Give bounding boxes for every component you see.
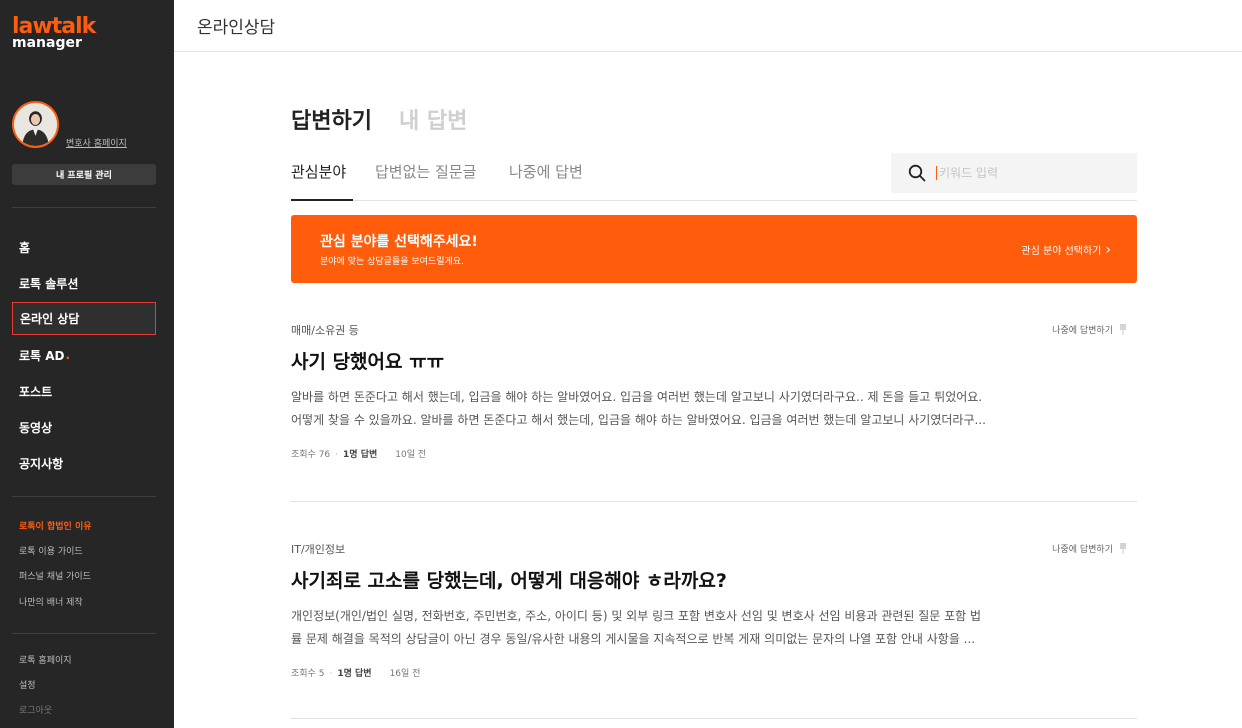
post-excerpt-line: 률 문제 해결을 목적의 상담글이 아닌 경우 동일/유사한 내용의 게시물을 … — [291, 632, 976, 646]
sidebar-item-video[interactable]: 동영상 — [12, 412, 156, 442]
chevron-right-icon: › — [1105, 241, 1111, 258]
answer-count: 1명 답변 — [337, 669, 372, 679]
sidebar-item-home[interactable]: 홈 — [12, 232, 156, 262]
sidebar-divider — [12, 633, 156, 634]
view-count: 조회수 76 — [291, 450, 331, 460]
sidebar-item-post[interactable]: 포스트 — [12, 376, 156, 406]
sidebar-item-notice[interactable]: 공지사항 — [12, 448, 156, 478]
search-input[interactable] — [936, 166, 1116, 180]
pin-icon — [1120, 324, 1126, 335]
tab-divider — [291, 200, 1137, 201]
usage-guide-link[interactable]: 로톡 이용 가이드 — [19, 544, 83, 557]
sidebar-item-label: 로톡 AD — [19, 348, 65, 363]
banner-maker-link[interactable]: 나만의 배너 제작 — [19, 595, 83, 608]
meta-separator: · — [329, 669, 333, 679]
pin-icon — [1120, 543, 1126, 554]
sidebar-item-label: 홈 — [19, 240, 31, 255]
tab-answer[interactable]: 답변하기 — [291, 103, 372, 135]
interest-banner: 관심 분야를 선택해주세요! 분야에 맞는 상담글들을 보여드릴게요. 관심 분… — [291, 215, 1137, 283]
sidebar-item-label: 온라인 상담 — [20, 312, 80, 326]
topbar: 온라인상담 — [174, 0, 1242, 52]
personal-channel-guide-link[interactable]: 퍼스널 채널 가이드 — [19, 569, 91, 582]
select-interest-button[interactable]: 관심 분야 선택하기 › — [1021, 241, 1111, 258]
search-icon[interactable] — [908, 164, 926, 182]
post-excerpt-line: 알바를 하면 돈준다고 해서 했는데, 입금을 해야 하는 알바였어요. 입금을… — [291, 390, 983, 404]
post-divider — [291, 501, 1137, 502]
banner-title: 관심 분야를 선택해주세요! — [320, 234, 478, 250]
sidebar-item-label: 공지사항 — [19, 456, 64, 471]
answer-later-label: 나중에 답변하기 — [1052, 545, 1113, 555]
answer-later-button[interactable]: 나중에 답변하기 — [1052, 323, 1127, 336]
sidebar-item-solution[interactable]: 로톡 솔루션 — [12, 268, 156, 298]
profile-manage-button[interactable]: 내 프로필 관리 — [12, 164, 156, 185]
meta-separator: · — [335, 450, 339, 460]
search-box — [891, 153, 1137, 193]
subtab-unanswered[interactable]: 답변없는 질문글 — [375, 161, 476, 182]
post-meta: 조회수 76 · 1명 답변 10일 전 — [291, 447, 426, 460]
page-title: 온라인상담 — [197, 18, 276, 38]
avatar[interactable] — [12, 101, 59, 148]
banner-subtitle: 분야에 맞는 상담글들을 보여드릴게요. — [320, 257, 464, 267]
sidebar-item-ad[interactable]: 로톡 AD. — [12, 340, 156, 370]
sidebar: lawtalk manager 변호사 홈페이지 내 프로필 관리 홈 로톡 솔… — [0, 0, 174, 728]
answer-count: 1명 답변 — [343, 450, 378, 460]
post-title[interactable]: 사기 당했어요 ㅠㅠ — [291, 347, 444, 374]
post-divider — [291, 718, 1137, 719]
post-excerpt: 개인정보(개인/법인 실명, 전화번호, 주민번호, 주소, 아이디 등) 및 … — [291, 605, 1015, 651]
view-count: 조회수 5 — [291, 669, 325, 679]
post-excerpt-line: 개인정보(개인/법인 실명, 전화번호, 주민번호, 주소, 아이디 등) 및 … — [291, 609, 982, 623]
sidebar-item-label: 로톡 솔루션 — [19, 276, 79, 291]
post-date: 10일 전 — [395, 450, 427, 460]
post-meta: 조회수 5 · 1명 답변 16일 전 — [291, 666, 420, 679]
avatar-person-icon — [14, 103, 57, 146]
active-tab-indicator — [291, 199, 353, 201]
answer-later-label: 나중에 답변하기 — [1052, 326, 1113, 336]
settings-link[interactable]: 설정 — [19, 678, 36, 691]
post-title[interactable]: 사기죄로 고소를 당했는데, 어떻게 대응해야 ㅎ라까요? — [291, 566, 727, 593]
subtab-answer-later[interactable]: 나중에 답변 — [509, 161, 583, 182]
answer-later-button[interactable]: 나중에 답변하기 — [1052, 542, 1127, 555]
sidebar-divider — [12, 496, 156, 497]
tab-my-answers[interactable]: 내 답변 — [399, 103, 467, 135]
post-category: IT/개인정보 — [291, 543, 346, 556]
sidebar-divider — [12, 207, 156, 208]
post-excerpt: 알바를 하면 돈준다고 해서 했는데, 입금을 해야 하는 알바였어요. 입금을… — [291, 386, 1015, 432]
lawtalk-homepage-link[interactable]: 로톡 홈페이지 — [19, 653, 72, 666]
post-category: 매매/소유권 등 — [291, 324, 359, 337]
sidebar-item-label: 동영상 — [19, 420, 53, 435]
sidebar-item-online-consult[interactable]: 온라인 상담 — [12, 302, 156, 335]
lawtalk-logo[interactable]: lawtalk manager — [12, 16, 96, 51]
sidebar-item-label: 포스트 — [19, 384, 53, 399]
logout-link[interactable]: 로그아웃 — [19, 703, 52, 716]
why-legal-link[interactable]: 로톡이 합법인 이유 — [19, 519, 92, 532]
ad-new-dot: . — [65, 348, 71, 362]
post-excerpt-line: 어떻게 찾을 수 있을까요. 알바를 하면 돈준다고 해서 했는데, 입금을 해… — [291, 413, 986, 427]
post-date: 16일 전 — [389, 669, 421, 679]
subtab-interest[interactable]: 관심분야 — [291, 161, 346, 182]
lawyer-homepage-link[interactable]: 변호사 홈페이지 — [66, 136, 127, 149]
select-interest-label: 관심 분야 선택하기 — [1021, 246, 1102, 257]
